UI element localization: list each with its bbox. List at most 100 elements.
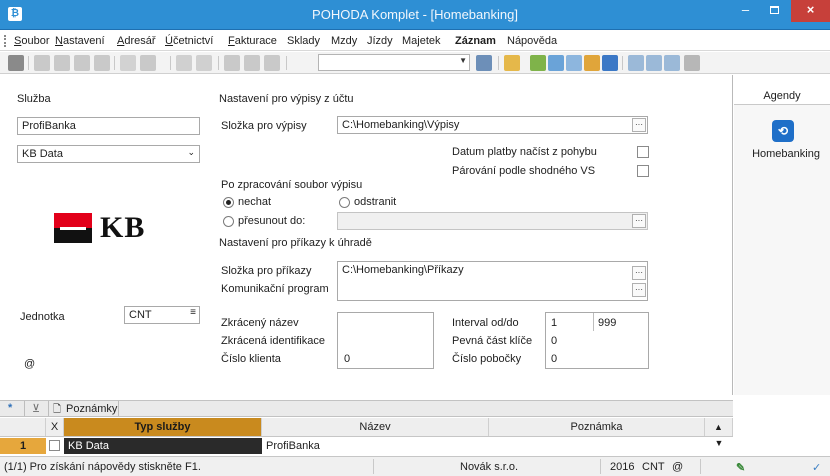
table-row[interactable]: 1 KB Data ProfiBanka ▼ <box>0 438 733 454</box>
fixed-key-label: Pevná část klíče <box>452 335 533 347</box>
status-help-text: (1/1) Pro získání nápovědy stiskněte F1. <box>4 461 201 473</box>
copy-icon[interactable] <box>264 55 280 71</box>
menu-zaznam[interactable]: Záznam <box>455 35 496 47</box>
move-folder-input[interactable]: ··· <box>337 212 648 230</box>
doc-icon[interactable] <box>566 55 582 71</box>
calc-icon[interactable] <box>548 55 564 71</box>
keep-label: nechat <box>238 196 272 208</box>
browse-button[interactable]: ··· <box>632 118 646 132</box>
menu-bar: Soubor Nastavení Adresář Účetnictví Fakt… <box>0 31 830 51</box>
branch-value[interactable]: 0 <box>551 353 557 365</box>
toolbar-tool3-icon[interactable] <box>74 55 90 71</box>
filter-icon[interactable] <box>476 55 492 71</box>
users-icon[interactable] <box>584 55 600 71</box>
fixed-key-value[interactable]: 0 <box>551 335 557 347</box>
service-name-input[interactable]: ProfiBanka <box>17 117 200 135</box>
service-type-select[interactable]: KB Data ⌄ <box>17 145 200 163</box>
toolbar-tool2-icon[interactable] <box>54 55 70 71</box>
menu-nastaveni[interactable]: Nastavení <box>55 35 105 47</box>
statements-folder-input[interactable]: C:\Homebanking\Výpisy ··· <box>337 116 648 134</box>
menu-mzdy[interactable]: Mzdy <box>331 35 357 47</box>
delete-radio[interactable] <box>339 197 350 208</box>
homebanking-icon[interactable]: ⟲ <box>772 120 794 142</box>
toolbar: ▼ <box>0 52 830 74</box>
title-bar: ₿ POHODA Komplet - [Homebanking] – × <box>0 0 830 30</box>
browse-button[interactable]: ··· <box>632 214 646 228</box>
kb-logo-text: KB <box>100 211 146 244</box>
orders-folder-input[interactable]: C:\Homebanking\Příkazy ··· ··· <box>337 261 648 301</box>
grid-icon[interactable] <box>664 55 680 71</box>
menu-ucetnictvi[interactable]: Účetnictví <box>165 35 213 47</box>
col-note[interactable]: Poznámka <box>489 418 705 436</box>
menu-adresar[interactable]: Adresář <box>117 35 156 47</box>
pairing-label: Párování podle shodného VS <box>452 165 596 177</box>
col-x[interactable]: X <box>46 418 64 436</box>
menu-sklady[interactable]: Sklady <box>287 35 320 47</box>
status-unit: CNT <box>642 461 665 473</box>
toolbar-tool4-icon[interactable] <box>94 55 110 71</box>
toolbar-start-icon[interactable] <box>8 55 24 71</box>
folder-icon[interactable] <box>504 55 520 71</box>
branch-label: Číslo pobočky <box>452 353 522 365</box>
new-record-icon[interactable] <box>120 55 136 71</box>
edit-pencil-icon: ✎ <box>736 462 746 474</box>
menu-napoveda[interactable]: Nápověda <box>507 35 557 47</box>
interval-fields <box>545 312 649 369</box>
menu-grip <box>4 35 6 47</box>
scroll-down-icon[interactable]: ▼ <box>705 438 733 454</box>
table-icon[interactable] <box>646 55 662 71</box>
chevron-down-icon: ⌄ <box>187 147 195 157</box>
tab-notes[interactable]: Poznámky <box>66 403 117 415</box>
minimize-button[interactable]: – <box>731 0 760 22</box>
tag-icon[interactable] <box>530 55 546 71</box>
keep-radio[interactable] <box>223 197 234 208</box>
menu-soubor[interactable]: Soubor <box>14 35 49 47</box>
filter-tab-icon[interactable]: ⊻ <box>32 402 40 415</box>
maximize-icon <box>770 6 779 14</box>
interval-from-value[interactable]: 1 <box>551 317 557 329</box>
interval-to-value[interactable]: 999 <box>598 317 616 329</box>
toolbar-tool1-icon[interactable] <box>34 55 50 71</box>
pairing-checkbox[interactable] <box>637 165 649 177</box>
edit-record-icon[interactable] <box>140 55 156 71</box>
homebanking-agenda-item[interactable]: Homebanking <box>746 148 826 160</box>
service-type-value: KB Data <box>22 148 63 160</box>
browse-program-button[interactable]: ··· <box>632 283 646 297</box>
close-button[interactable]: × <box>791 0 830 22</box>
unit-value: CNT <box>129 309 152 321</box>
unit-select[interactable]: CNT ≡ <box>124 306 200 324</box>
spin-icon: ≡ <box>190 307 196 318</box>
after-processing-label: Po zpracování soubor výpisu <box>221 179 363 191</box>
program-label: Komunikační program <box>221 283 329 295</box>
scroll-up-icon[interactable]: ▲ <box>705 418 733 436</box>
menu-majetek[interactable]: Majetek <box>402 35 441 47</box>
client-no-value[interactable]: 0 <box>344 353 350 365</box>
tab-all[interactable]: * <box>8 402 12 414</box>
short-name-label: Zkrácený název <box>221 317 299 329</box>
status-bar: (1/1) Pro získání nápovědy stiskněte F1.… <box>0 456 830 476</box>
move-radio[interactable] <box>223 216 234 227</box>
bank-icon[interactable] <box>602 55 618 71</box>
payment-date-label: Datum platby načíst z pohybu <box>452 146 597 158</box>
browse-button[interactable]: ··· <box>632 266 646 280</box>
list-icon[interactable] <box>628 55 644 71</box>
status-company: Novák s.r.o. <box>460 461 519 473</box>
short-name-input[interactable] <box>337 312 434 369</box>
menu-jizdy[interactable]: Jízdy <box>367 35 393 47</box>
menu-fakturace[interactable]: Fakturace <box>228 35 277 47</box>
col-name[interactable]: Název <box>262 418 489 436</box>
row-service-type: KB Data <box>64 438 262 454</box>
row-number: 1 <box>0 438 46 454</box>
statements-folder-label: Složka pro výpisy <box>221 120 307 132</box>
settings-icon[interactable] <box>684 55 700 71</box>
back-arrow-icon[interactable] <box>176 55 192 71</box>
col-service-type[interactable]: Typ služby <box>64 418 262 436</box>
toolbar-search-combo[interactable]: ▼ <box>318 54 470 71</box>
save-icon[interactable] <box>224 55 240 71</box>
status-at: @ <box>672 461 684 473</box>
forward-arrow-icon[interactable] <box>196 55 212 71</box>
maximize-button[interactable] <box>760 0 789 22</box>
payment-date-checkbox[interactable] <box>637 146 649 158</box>
save-all-icon[interactable] <box>244 55 260 71</box>
row-checkbox[interactable] <box>49 440 60 451</box>
